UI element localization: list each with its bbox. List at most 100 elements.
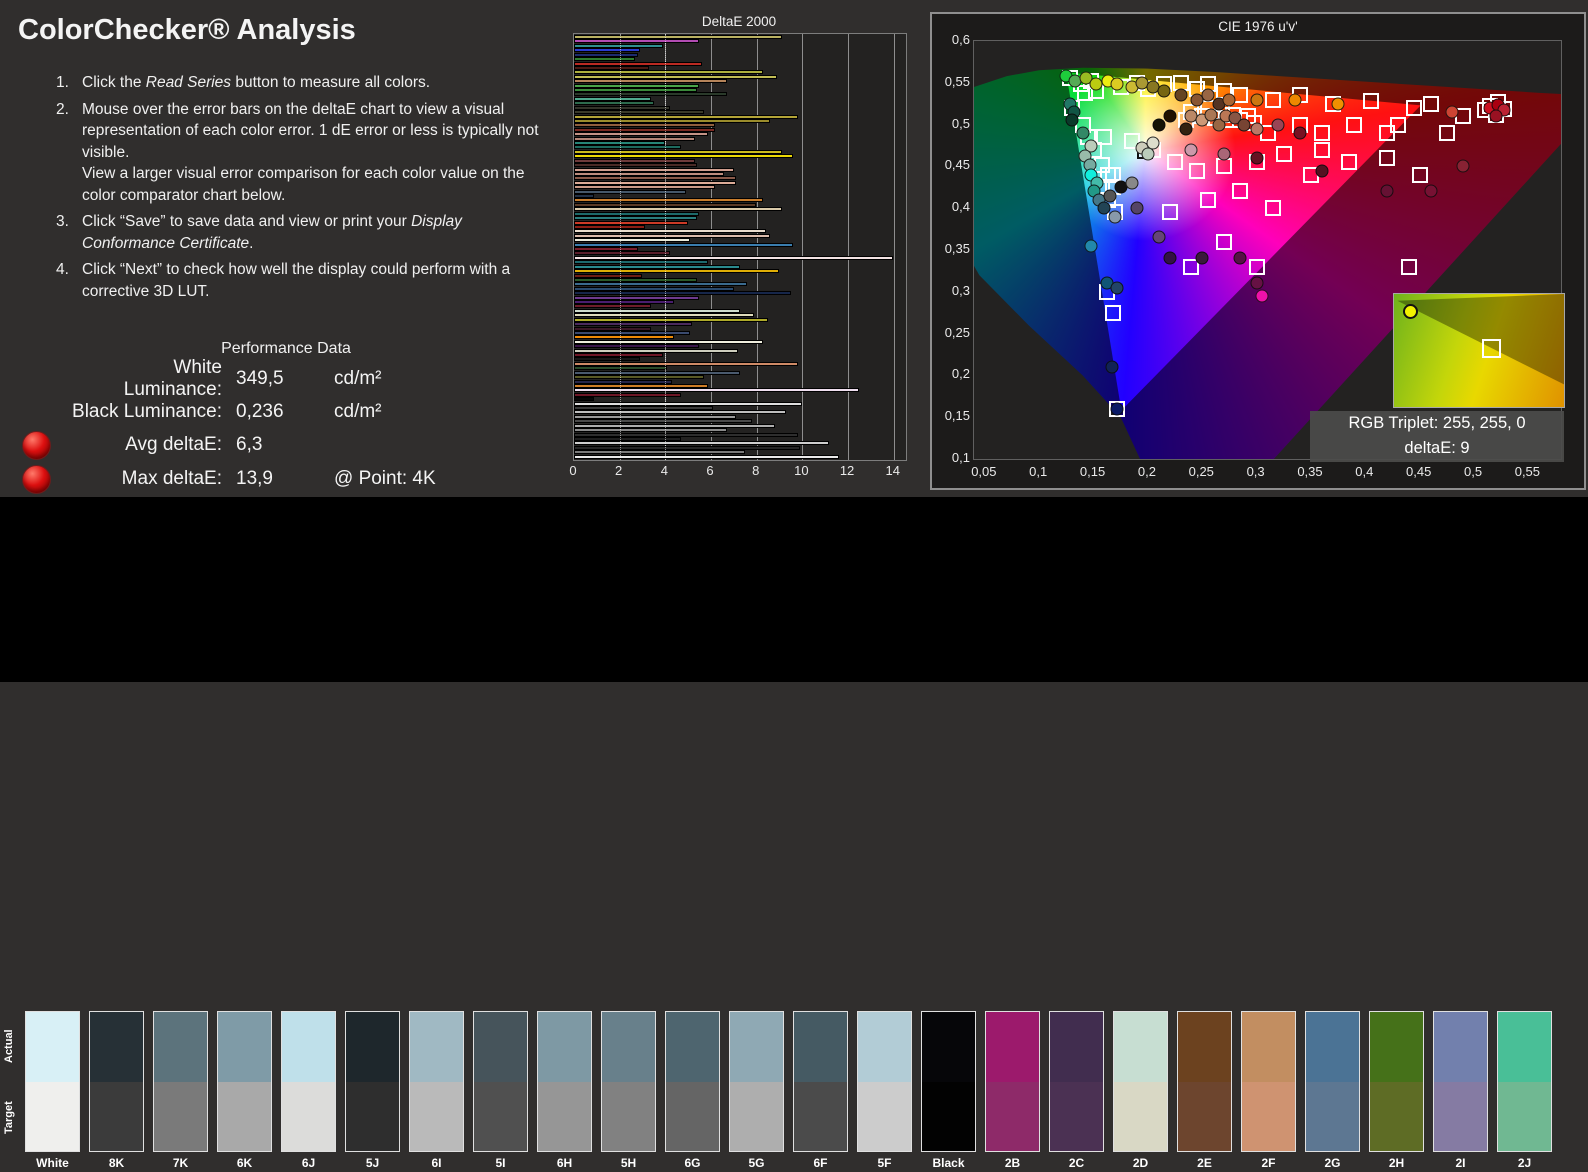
deltae-bar[interactable] xyxy=(574,176,736,181)
deltae-bar[interactable] xyxy=(574,132,709,137)
deltae-bar[interactable] xyxy=(574,233,771,238)
target-square-marker[interactable] xyxy=(1199,191,1216,208)
target-square-marker[interactable] xyxy=(1438,124,1455,141)
measured-point-marker[interactable] xyxy=(1250,276,1264,290)
deltae-bar[interactable] xyxy=(574,185,716,190)
measured-point-marker[interactable] xyxy=(1255,289,1269,303)
target-square-marker[interactable] xyxy=(1389,116,1406,133)
measured-point-marker[interactable] xyxy=(1110,281,1124,295)
target-square-marker[interactable] xyxy=(1096,129,1113,146)
deltae-bar[interactable] xyxy=(574,180,736,185)
target-square-marker[interactable] xyxy=(1216,233,1233,250)
deltae-bar[interactable] xyxy=(574,419,752,424)
deltae-bar[interactable] xyxy=(574,224,645,229)
deltae-bar[interactable] xyxy=(574,92,727,97)
deltae-bar[interactable] xyxy=(574,370,741,375)
deltae-bar[interactable] xyxy=(574,428,727,433)
deltae-bar[interactable] xyxy=(574,300,675,304)
measured-point-marker[interactable] xyxy=(1456,159,1470,173)
measured-point-marker[interactable] xyxy=(1152,230,1166,244)
deltae-bar[interactable] xyxy=(574,198,764,203)
target-square-marker[interactable] xyxy=(1411,166,1428,183)
measured-point-marker[interactable] xyxy=(1174,88,1188,102)
deltae-bar[interactable] xyxy=(574,123,716,128)
deltae-bar[interactable] xyxy=(574,216,698,221)
target-square-marker[interactable] xyxy=(1379,150,1396,167)
deltae-bar[interactable] xyxy=(574,348,739,353)
deltae-bar[interactable] xyxy=(574,242,793,247)
measured-point-marker[interactable] xyxy=(1076,126,1090,140)
deltae-bar[interactable] xyxy=(574,388,860,393)
measured-point-marker[interactable] xyxy=(1250,122,1264,136)
deltae-bar[interactable] xyxy=(574,264,741,269)
deltae-bar[interactable] xyxy=(574,353,663,357)
measured-point-marker[interactable] xyxy=(1250,93,1264,107)
deltae-bar[interactable] xyxy=(574,229,766,234)
deltae-bar[interactable] xyxy=(574,57,636,62)
deltae-bar[interactable] xyxy=(574,366,668,371)
deltae-bar[interactable] xyxy=(574,410,787,415)
deltae-bar[interactable] xyxy=(574,441,830,446)
deltae-bar[interactable] xyxy=(574,357,640,362)
deltae-bar[interactable] xyxy=(574,211,700,216)
deltae-bar[interactable] xyxy=(574,317,768,322)
deltae-bar[interactable] xyxy=(574,450,745,455)
target-square-marker[interactable] xyxy=(1313,124,1330,141)
deltae-bar[interactable] xyxy=(574,269,780,274)
target-square-marker[interactable] xyxy=(1105,304,1122,321)
deltae-bar[interactable] xyxy=(574,83,700,88)
target-square-marker[interactable] xyxy=(1313,141,1330,158)
measured-point-marker[interactable] xyxy=(1152,118,1166,132)
measured-point-marker[interactable] xyxy=(1195,251,1209,265)
measured-point-marker[interactable] xyxy=(1271,118,1285,132)
target-square-marker[interactable] xyxy=(1232,183,1249,200)
deltae-bar[interactable] xyxy=(574,194,595,198)
deltae-bar[interactable] xyxy=(574,189,686,194)
target-square-marker[interactable] xyxy=(1167,154,1184,171)
deltae-bar[interactable] xyxy=(574,39,700,44)
deltae-bar[interactable] xyxy=(574,61,702,66)
measured-point-marker[interactable] xyxy=(1105,360,1119,374)
deltae-bar[interactable] xyxy=(574,445,800,450)
target-square-marker[interactable] xyxy=(1406,99,1423,116)
target-square-marker[interactable] xyxy=(1341,154,1358,171)
deltae-bar[interactable] xyxy=(574,110,704,115)
deltae-bar[interactable] xyxy=(574,96,652,101)
deltae-bar[interactable] xyxy=(574,361,798,366)
measured-point-marker[interactable] xyxy=(1146,136,1160,150)
deltae-bar[interactable] xyxy=(574,273,643,278)
deltae-bar[interactable] xyxy=(574,414,736,419)
target-square-marker[interactable] xyxy=(1422,95,1439,112)
target-square-marker[interactable] xyxy=(1346,116,1363,133)
target-square-marker[interactable] xyxy=(1216,158,1233,175)
deltae-bar[interactable] xyxy=(574,220,688,225)
measured-point-marker[interactable] xyxy=(1445,105,1459,119)
deltae-bar[interactable] xyxy=(574,149,782,154)
deltae-bar[interactable] xyxy=(574,322,693,327)
measured-point-marker[interactable] xyxy=(1489,109,1503,123)
deltae-bar[interactable] xyxy=(574,163,698,168)
deltae-bar[interactable] xyxy=(574,401,803,406)
measured-point-marker[interactable] xyxy=(1103,189,1117,203)
target-square-marker[interactable] xyxy=(1362,93,1379,110)
measured-point-marker[interactable] xyxy=(1250,151,1264,165)
deltae-bar[interactable] xyxy=(574,375,704,380)
measured-point-marker[interactable] xyxy=(1130,201,1144,215)
deltae-bar[interactable] xyxy=(574,330,691,335)
deltae-bar[interactable] xyxy=(574,383,709,388)
target-square-marker[interactable] xyxy=(1400,258,1417,275)
deltae-bar[interactable] xyxy=(574,304,652,309)
deltae-bar[interactable] xyxy=(574,118,771,123)
measured-point-marker[interactable] xyxy=(1331,97,1345,111)
measured-point-marker[interactable] xyxy=(1110,77,1124,91)
measured-point-marker[interactable] xyxy=(1424,184,1438,198)
measured-point-marker[interactable] xyxy=(1315,164,1329,178)
deltae-bar[interactable] xyxy=(574,454,839,459)
deltae-bar[interactable] xyxy=(574,105,670,110)
deltae-bar[interactable] xyxy=(574,158,695,163)
deltae-bar[interactable] xyxy=(574,406,714,410)
measured-point-marker[interactable] xyxy=(1293,126,1307,140)
deltae-bar[interactable] xyxy=(574,101,654,106)
measured-point-marker[interactable] xyxy=(1108,210,1122,224)
measured-point-marker[interactable] xyxy=(1237,118,1251,132)
